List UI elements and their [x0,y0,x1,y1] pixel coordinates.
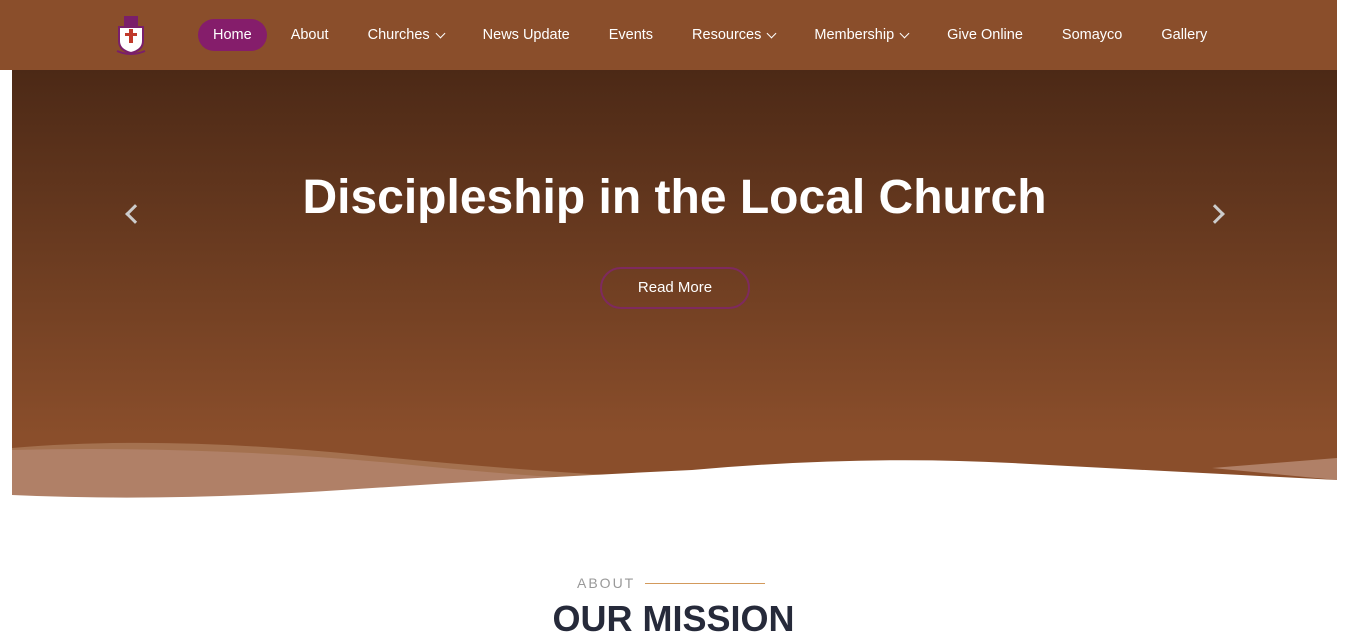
section-eyebrow: ABOUT [577,575,766,591]
hero-wave [12,442,1337,500]
nav-item-gallery[interactable]: Gallery [1146,19,1222,51]
nav-item-label: Somayco [1061,27,1123,43]
nav-item-label: Events [608,27,654,43]
nav-item-resources[interactable]: Resources [677,19,790,51]
nav-item-label: Home [213,27,252,43]
nav-item-churches[interactable]: Churches [353,19,459,51]
nav-item-membership[interactable]: Membership [799,19,923,51]
eyebrow-divider [645,582,766,584]
nav-item-label: About [290,27,329,43]
nav-item-somayco[interactable]: Somayco [1047,19,1137,51]
main-nav: Home About Churches News Update Events Resour… [198,19,1231,51]
nav-item-label: Gallery [1161,27,1208,43]
nav-item-give-online[interactable]: Give Online [932,19,1038,51]
nav-item-news-update[interactable]: News Update [468,19,585,51]
nav-item-about[interactable]: About [276,19,344,51]
nav-item-label: Give Online [947,27,1023,43]
nav-item-label: Churches [367,27,430,43]
nav-item-label: News Update [482,27,570,43]
nav-item-home[interactable]: Home [198,19,267,51]
hero-slider: Discipleship in the Local Church Read Mo… [12,70,1337,500]
header-edge [1337,0,1347,70]
site-header: Home About Churches News Update Events Resour… [0,0,1337,70]
chevron-down-icon [766,28,777,38]
eyebrow-text: ABOUT [577,575,636,591]
nav-item-events[interactable]: Events [594,19,668,51]
chevron-down-icon [435,28,446,38]
chevron-down-icon [899,28,910,38]
church-crest-logo[interactable] [114,14,148,56]
nav-item-label: Resources [692,27,762,43]
nav-item-label: Membership [814,27,895,43]
